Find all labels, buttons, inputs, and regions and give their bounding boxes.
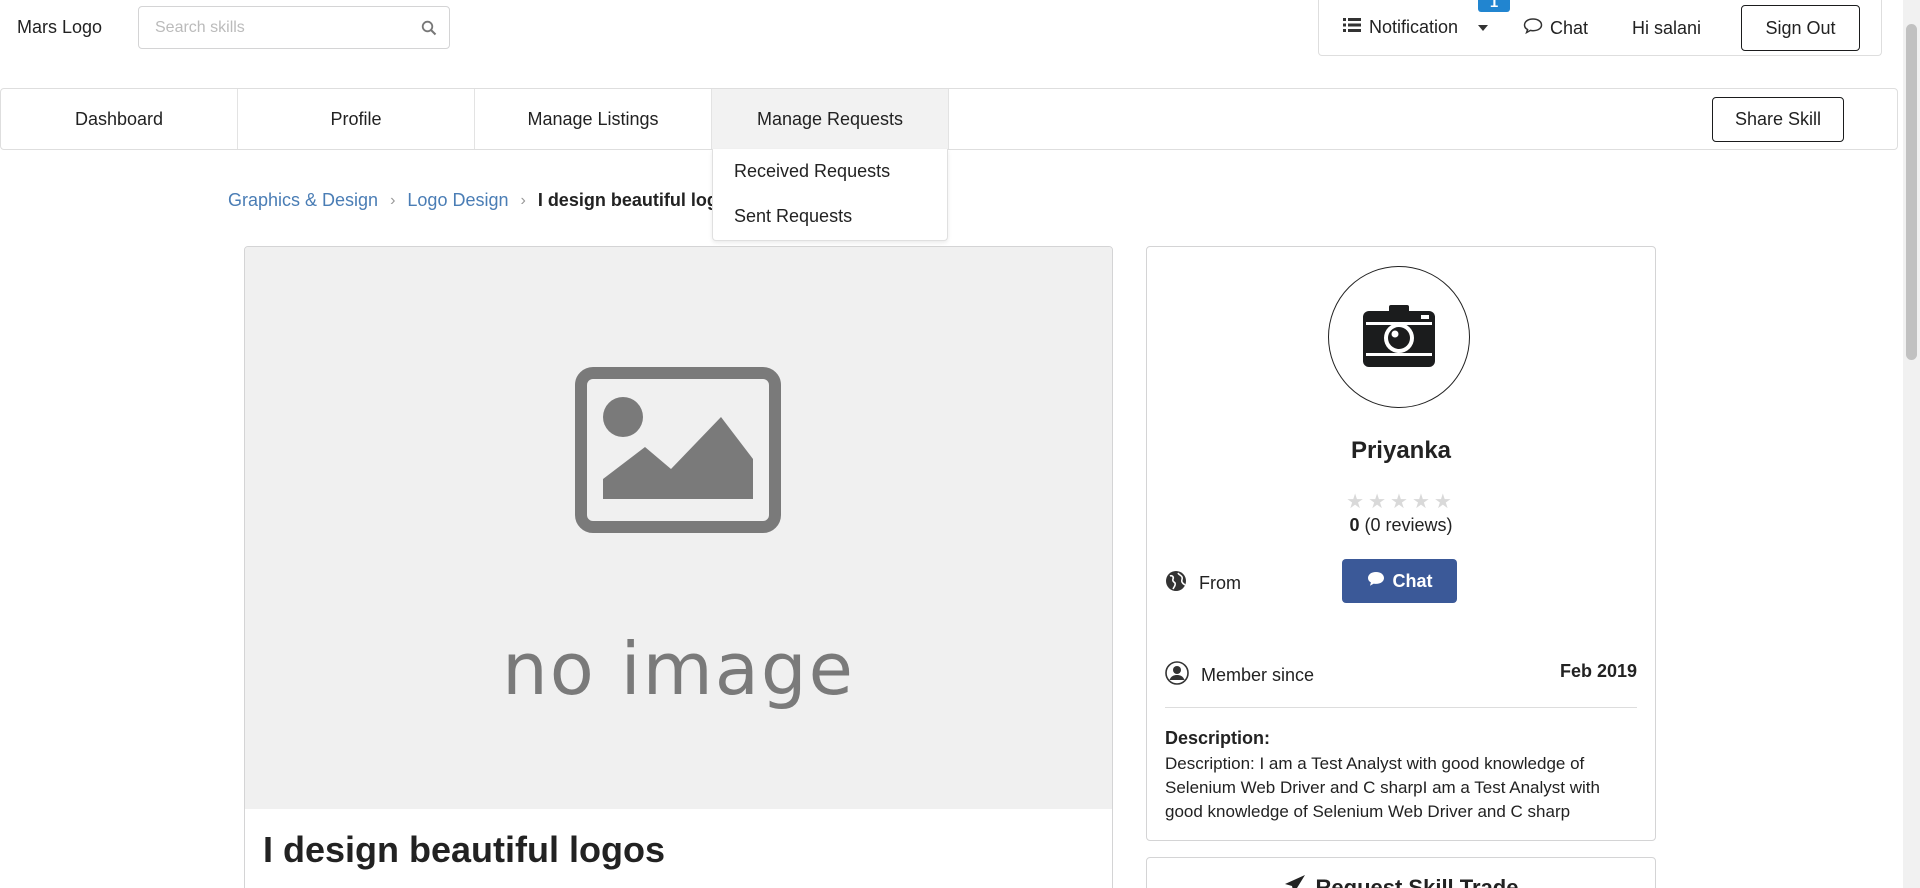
star-icon[interactable]: ★ <box>1390 491 1412 513</box>
request-skill-trade-heading: Request Skill Trade <box>1147 874 1655 888</box>
rating-value: 0 <box>1349 515 1360 535</box>
chat-button[interactable]: Chat <box>1342 559 1457 603</box>
share-skill-button[interactable]: Share Skill <box>1712 97 1844 142</box>
chat-button-label: Chat <box>1392 570 1433 591</box>
logo[interactable]: Mars Logo <box>17 17 102 38</box>
skill-card: no image I design beautiful logos <box>244 246 1113 888</box>
description-text: Description: I am a Test Analyst with go… <box>1165 754 1600 821</box>
tab-manage-requests[interactable]: Manage Requests <box>712 89 949 149</box>
star-icon[interactable]: ★ <box>1368 491 1390 513</box>
skill-title: I design beautiful logos <box>263 829 666 870</box>
from-row: From <box>1165 570 1241 597</box>
review-summary: 0 (0 reviews) <box>1147 515 1655 536</box>
chat-bubble-icon <box>1367 571 1385 592</box>
from-label: From <box>1199 573 1241 593</box>
chevron-right-icon: › <box>520 191 526 209</box>
search-input[interactable] <box>139 7 409 48</box>
top-menu: Notification 1 Chat Hi salani Sign Out <box>1318 0 1882 56</box>
notification-count-badge: 1 <box>1478 0 1510 12</box>
member-since-row: Member since <box>1165 661 1314 690</box>
image-placeholder-icon <box>575 367 781 533</box>
request-skill-trade-label: Request Skill Trade <box>1315 875 1519 888</box>
paper-plane-icon <box>1284 874 1306 888</box>
chevron-down-icon <box>1478 24 1489 31</box>
notification-dropdown[interactable]: Notification <box>1343 17 1489 38</box>
page-scrollbar[interactable] <box>1903 0 1920 888</box>
no-image-label: no image <box>502 627 855 711</box>
search-icon[interactable] <box>421 20 437 41</box>
seller-profile-card: Priyanka ★★★★★ 0 (0 reviews) Chat From M… <box>1146 246 1656 841</box>
scrollbar-thumb[interactable] <box>1906 24 1917 360</box>
request-skill-trade-card: Request Skill Trade <box>1146 857 1656 888</box>
description-heading: Description: <box>1165 728 1271 748</box>
list-icon <box>1343 17 1361 38</box>
star-rating[interactable]: ★★★★★ <box>1147 489 1655 514</box>
member-since-value: Feb 2019 <box>1559 661 1637 681</box>
chat-link[interactable]: Chat <box>1523 17 1588 40</box>
divider <box>1165 707 1637 708</box>
sign-out-button[interactable]: Sign Out <box>1741 5 1860 51</box>
star-icon[interactable]: ★ <box>1346 491 1368 513</box>
star-icon[interactable]: ★ <box>1412 491 1434 513</box>
globe-icon <box>1165 570 1187 597</box>
chevron-right-icon: › <box>390 191 396 209</box>
chat-bubble-icon <box>1523 17 1543 40</box>
menu-item-received-requests[interactable]: Received Requests <box>713 149 947 194</box>
camera-icon <box>1363 305 1435 367</box>
skill-image: no image <box>245 247 1112 809</box>
tab-profile[interactable]: Profile <box>238 89 475 149</box>
search-box <box>138 6 450 49</box>
seller-name: Priyanka <box>1350 437 1452 464</box>
breadcrumb: Graphics & Design › Logo Design › I desi… <box>228 190 739 211</box>
notification-label: Notification <box>1369 17 1459 37</box>
breadcrumb-subcategory[interactable]: Logo Design <box>407 190 508 211</box>
chat-label: Chat <box>1550 18 1589 38</box>
star-icon[interactable]: ★ <box>1434 491 1456 513</box>
user-greeting[interactable]: Hi salani <box>1632 18 1701 39</box>
breadcrumb-current: I design beautiful logos <box>537 190 739 210</box>
tab-manage-listings[interactable]: Manage Listings <box>475 89 712 149</box>
menu-item-sent-requests[interactable]: Sent Requests <box>713 194 947 239</box>
avatar <box>1328 266 1470 408</box>
member-since-label: Member since <box>1201 665 1315 685</box>
secondary-menu: Dashboard Profile Manage Listings Manage… <box>0 88 1898 150</box>
breadcrumb-category[interactable]: Graphics & Design <box>228 190 378 211</box>
user-circle-icon <box>1165 661 1189 690</box>
review-count: (0 reviews) <box>1364 515 1453 535</box>
manage-requests-dropdown: Received Requests Sent Requests <box>712 149 948 241</box>
tab-dashboard[interactable]: Dashboard <box>1 89 238 149</box>
